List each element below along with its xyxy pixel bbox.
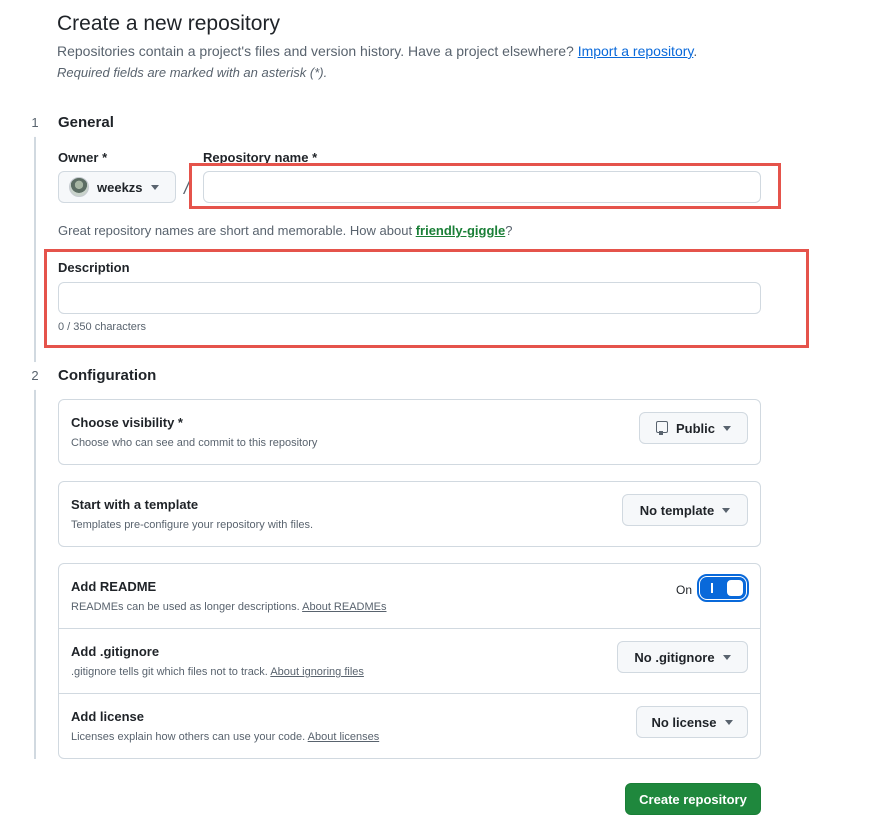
- gitignore-title: Add .gitignore: [71, 644, 160, 659]
- repo-icon: [655, 421, 668, 435]
- section-title-configuration: Configuration: [58, 367, 157, 384]
- visibility-dropdown[interactable]: Public: [639, 412, 748, 444]
- subtitle-end: .: [693, 43, 698, 59]
- license-dropdown[interactable]: No license: [636, 706, 748, 738]
- chevron-down-icon: [723, 425, 731, 431]
- page-title: Create a new repository: [57, 12, 280, 35]
- section-title-general: General: [58, 114, 114, 131]
- repository-name-input[interactable]: [203, 171, 761, 203]
- gitignore-description: .gitignore tells git which files not to …: [71, 666, 364, 678]
- readme-description: READMEs can be used as longer descriptio…: [71, 601, 387, 613]
- hint-suffix: ?: [505, 223, 513, 238]
- toggle-track: [700, 577, 746, 599]
- description-input[interactable]: [58, 282, 761, 314]
- chevron-down-icon: [722, 654, 731, 660]
- hint-text: Great repository names are short and mem…: [58, 223, 413, 238]
- repository-name-hint: Great repository names are short and mem…: [58, 223, 512, 238]
- repository-name-label: Repository name *: [203, 150, 318, 165]
- gitignore-desc-text: .gitignore tells git which files not to …: [71, 666, 268, 678]
- owner-name: weekzs: [97, 179, 143, 195]
- template-card: Start with a template Templates pre-conf…: [58, 481, 761, 547]
- gitignore-dropdown[interactable]: No .gitignore: [617, 641, 748, 673]
- license-title: Add license: [71, 709, 144, 724]
- import-repository-link[interactable]: Import a repository: [578, 43, 694, 59]
- subtitle-text: Repositories contain a project's files a…: [57, 43, 574, 59]
- readme-desc-text: READMEs can be used as longer descriptio…: [71, 601, 300, 613]
- visibility-description: Choose who can see and commit to this re…: [71, 437, 318, 449]
- options-card: Add README READMEs can be used as longer…: [58, 563, 761, 759]
- owner-label: Owner *: [58, 150, 108, 165]
- visibility-value: Public: [675, 420, 715, 436]
- toggle-on-mark: [711, 583, 713, 593]
- readme-toggle-label: On: [676, 583, 693, 597]
- about-licenses-link[interactable]: About licenses: [308, 731, 380, 743]
- create-repository-button[interactable]: Create repository: [625, 783, 761, 815]
- owner-dropdown[interactable]: weekzs: [58, 171, 176, 203]
- template-description: Templates pre-configure your repository …: [71, 519, 314, 531]
- visibility-card: Choose visibility * Choose who can see a…: [58, 399, 761, 465]
- template-value: No template: [639, 502, 715, 518]
- page-subtitle: Repositories contain a project's files a…: [57, 43, 697, 59]
- readme-title: Add README: [71, 579, 157, 594]
- divider: [59, 628, 760, 629]
- required-fields-note: Required fields are marked with an aster…: [57, 65, 328, 80]
- about-ignoring-files-link[interactable]: About ignoring files: [270, 666, 364, 678]
- description-label: Description: [58, 260, 130, 275]
- chevron-down-icon: [724, 719, 733, 725]
- license-desc-text: Licenses explain how others can use your…: [71, 731, 306, 743]
- step-connector-line: [34, 131, 36, 759]
- readme-toggle[interactable]: [697, 574, 749, 602]
- visibility-title: Choose visibility *: [71, 415, 183, 430]
- template-dropdown[interactable]: No template: [622, 494, 748, 526]
- owner-repo-separator: /: [184, 178, 190, 198]
- avatar: [69, 177, 89, 197]
- gitignore-value: No .gitignore: [634, 649, 715, 665]
- about-readmes-link[interactable]: About READMEs: [302, 601, 386, 613]
- chevron-down-icon: [150, 184, 159, 190]
- name-suggestion-link[interactable]: friendly-giggle: [416, 223, 506, 238]
- toggle-knob: [726, 579, 744, 597]
- license-description: Licenses explain how others can use your…: [71, 731, 379, 743]
- license-value: No license: [651, 714, 717, 730]
- description-char-count: 0 / 350 characters: [58, 321, 147, 333]
- step-number-configuration: 2: [21, 362, 49, 390]
- divider: [59, 693, 760, 694]
- step-number-general: 1: [21, 109, 49, 137]
- chevron-down-icon: [722, 507, 731, 513]
- template-title: Start with a template: [71, 497, 199, 512]
